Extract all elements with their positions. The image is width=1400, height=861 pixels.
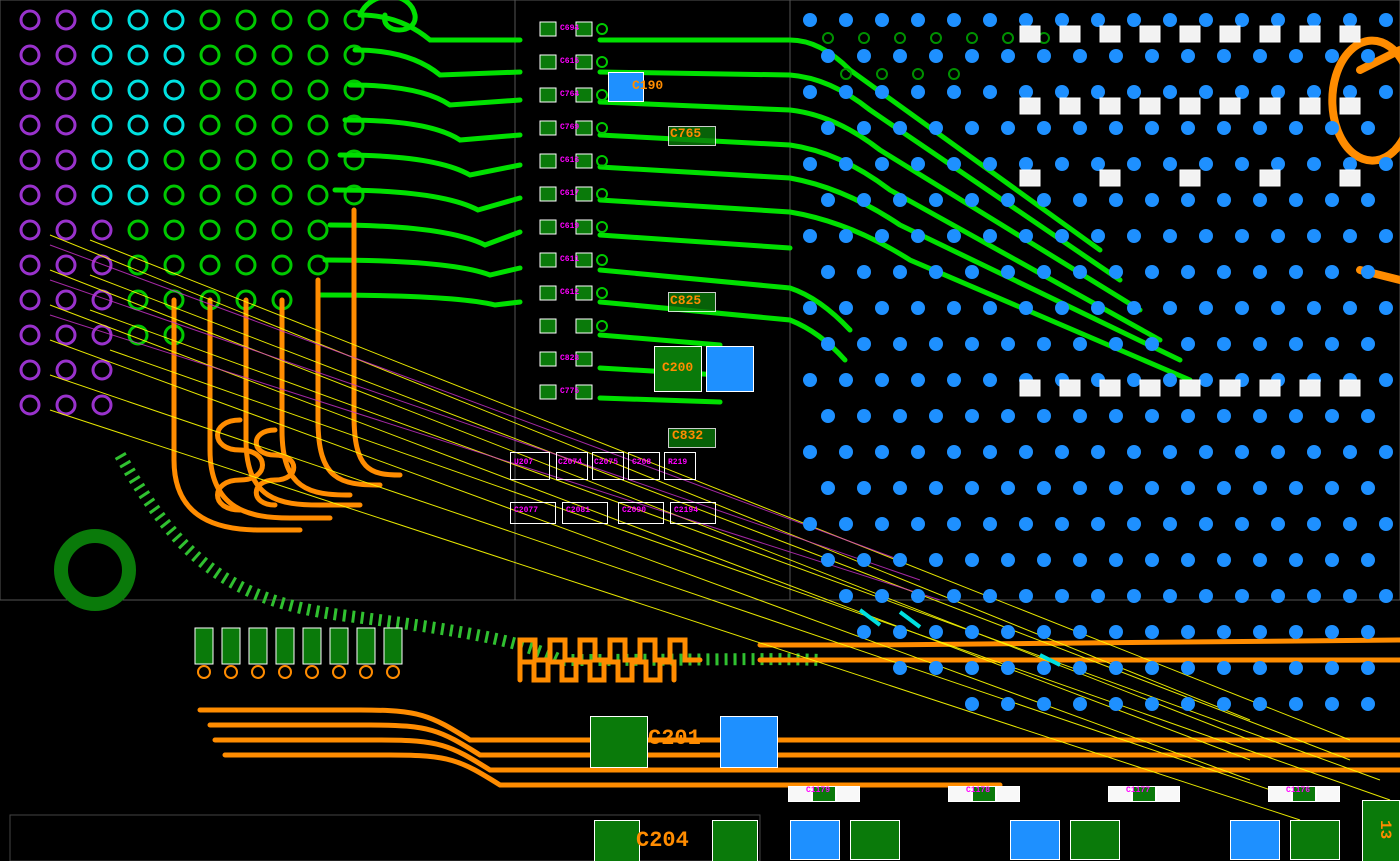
pad-c765	[668, 126, 716, 146]
outline-c2081	[562, 502, 608, 524]
outline-u207	[510, 452, 550, 480]
pcb-layout-viewport[interactable]: C190 C765 C825 C200 C832 C201 C204 13 C6…	[0, 0, 1400, 861]
left-via-grid	[21, 11, 363, 414]
pad-c190-2	[608, 72, 644, 102]
c1179-p2	[812, 786, 836, 802]
outline-c2075	[592, 452, 624, 480]
c1178-p2	[972, 786, 996, 802]
pad-r13	[1362, 800, 1400, 861]
bga-dots	[803, 13, 1393, 711]
pad-c201-2	[720, 716, 778, 768]
c1176-p1	[1268, 786, 1292, 802]
cap-column-center	[540, 22, 607, 399]
mounting-hole	[61, 536, 129, 604]
pad-bf1b	[850, 820, 900, 860]
c1176-p2	[1292, 786, 1316, 802]
c1177-p1	[1108, 786, 1132, 802]
pad-c825	[668, 292, 716, 312]
pad-c204-2	[712, 820, 758, 861]
pad-bf1	[790, 820, 840, 860]
c1176-p3	[1316, 786, 1340, 802]
c1177-p2	[1132, 786, 1156, 802]
pad-bf3	[1230, 820, 1280, 860]
c1177-p3	[1156, 786, 1180, 802]
c1179-p1	[788, 786, 812, 802]
outline-c2077	[510, 502, 556, 524]
pad-bf2	[1010, 820, 1060, 860]
green-traces	[320, 0, 1190, 402]
bottom-pad-row	[195, 628, 402, 678]
cyan-segments	[860, 610, 1060, 665]
pad-c204-1	[594, 820, 640, 861]
c1178-p3	[996, 786, 1020, 802]
outline-c2194	[670, 502, 716, 524]
pad-c200-1	[654, 346, 702, 392]
pad-bf2b	[1070, 820, 1120, 860]
c1179-p3	[836, 786, 860, 802]
pad-bf3b	[1290, 820, 1340, 860]
pad-c200-2	[706, 346, 754, 392]
outline-c2074	[556, 452, 588, 480]
c1178-p1	[948, 786, 972, 802]
outline-c2090	[618, 502, 664, 524]
outline-c208	[628, 452, 660, 480]
outline-r219	[664, 452, 696, 480]
pad-c201-1	[590, 716, 648, 768]
pad-c832	[668, 428, 716, 448]
